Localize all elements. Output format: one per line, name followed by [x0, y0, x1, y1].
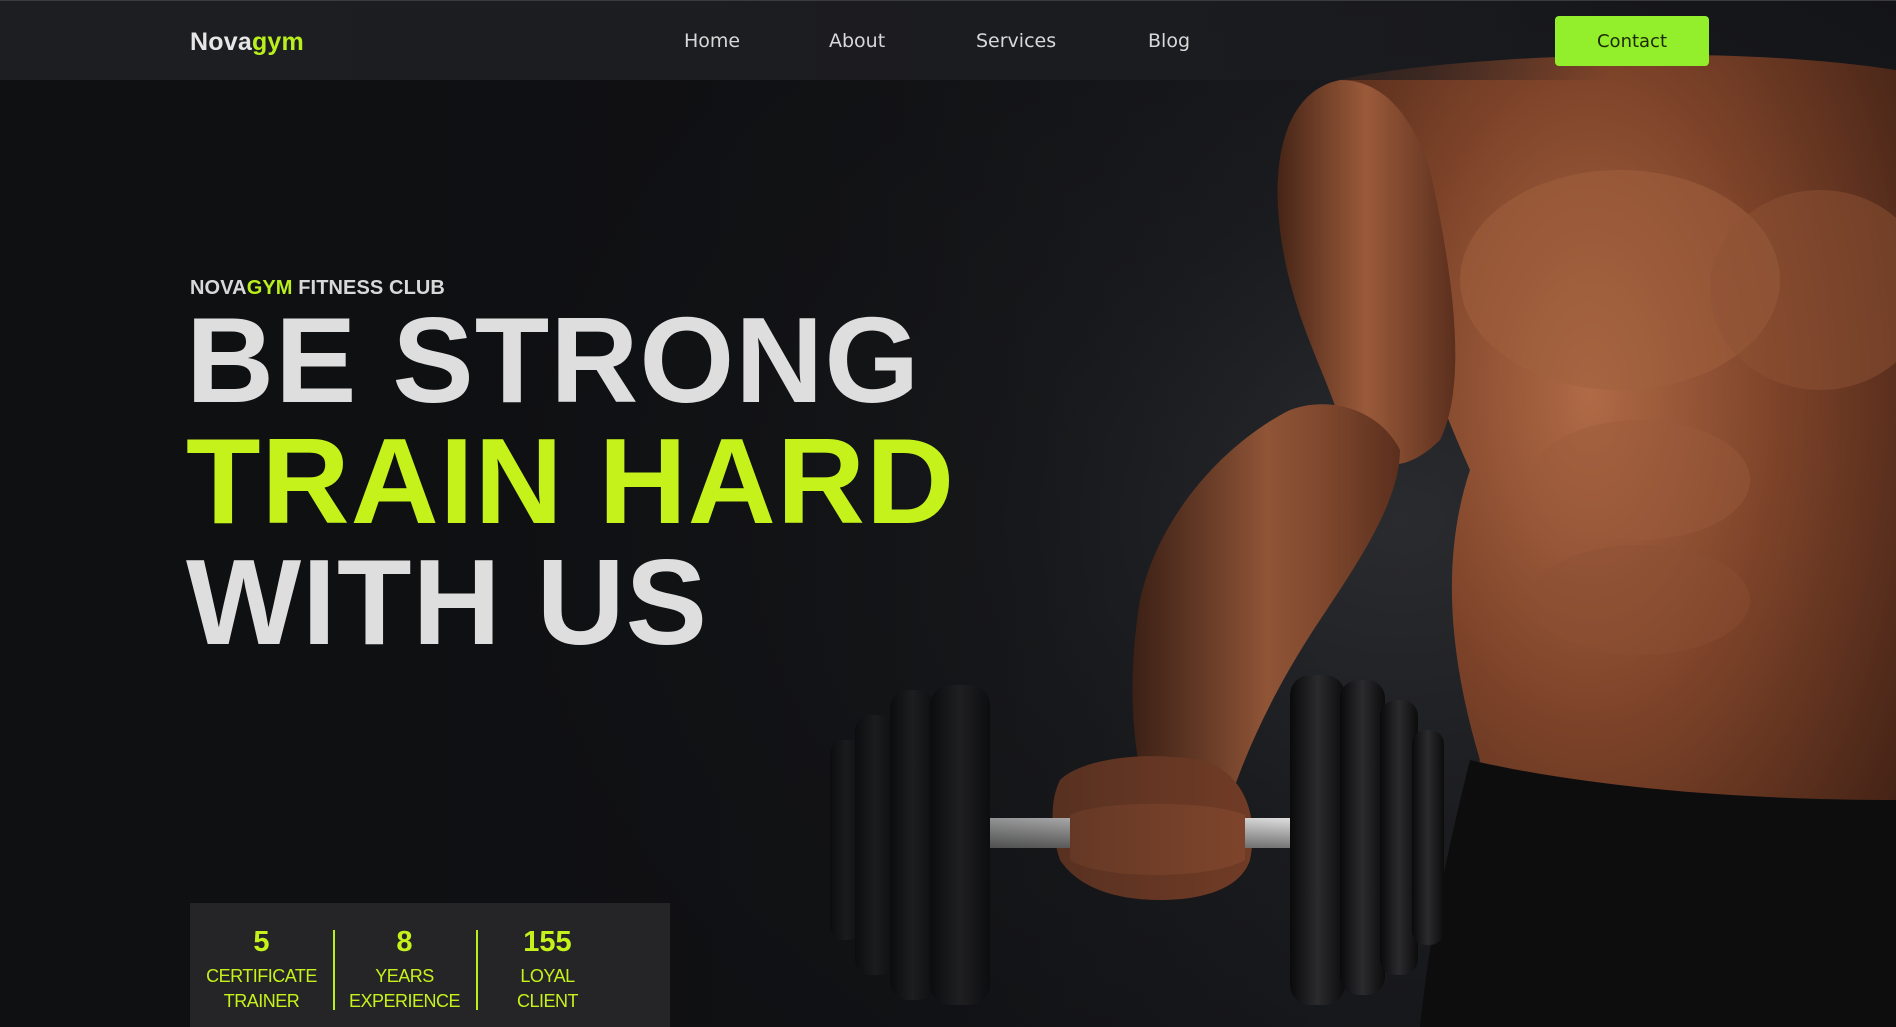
stat-years-experience: 8 YEARS EXPERIENCE: [333, 925, 476, 1027]
stat-label-line-1: CERTIFICATE: [206, 966, 317, 986]
stats-panel: 5 CERTIFICATE TRAINER 8 YEARS EXPERIENCE…: [190, 903, 670, 1027]
stat-label-line-2: TRAINER: [223, 991, 300, 1011]
stat-label-line-2: CLIENT: [516, 991, 579, 1011]
nav-item-about[interactable]: About: [829, 30, 885, 52]
contact-button[interactable]: Contact: [1555, 16, 1709, 66]
stat-loyal-client: 155 LOYAL CLIENT: [476, 925, 619, 1027]
nav-item-services[interactable]: Services: [976, 30, 1056, 52]
nav-item-blog[interactable]: Blog: [1148, 30, 1190, 52]
headline-line-1: BE STRONG: [186, 292, 921, 428]
top-divider: [0, 0, 1896, 1]
stat-label-line-2: EXPERIENCE: [348, 991, 461, 1011]
stat-value: 155: [523, 926, 572, 958]
stat-label-line-1: LOYAL: [520, 966, 575, 986]
stat-label-line-1: YEARS: [375, 966, 434, 986]
stat-value: 5: [253, 926, 270, 958]
hero-headline: BE STRONG TRAIN HARD WITH US: [186, 292, 956, 670]
nav-item-home[interactable]: Home: [684, 30, 740, 52]
headline-line-2: TRAIN HARD: [186, 413, 956, 549]
top-navbar: Novagym Home About Services Blog Contact: [0, 0, 1896, 80]
stat-value: 8: [396, 926, 413, 958]
stat-certificate-trainer: 5 CERTIFICATE TRAINER: [190, 925, 333, 1027]
headline-line-3: WITH US: [186, 534, 709, 670]
